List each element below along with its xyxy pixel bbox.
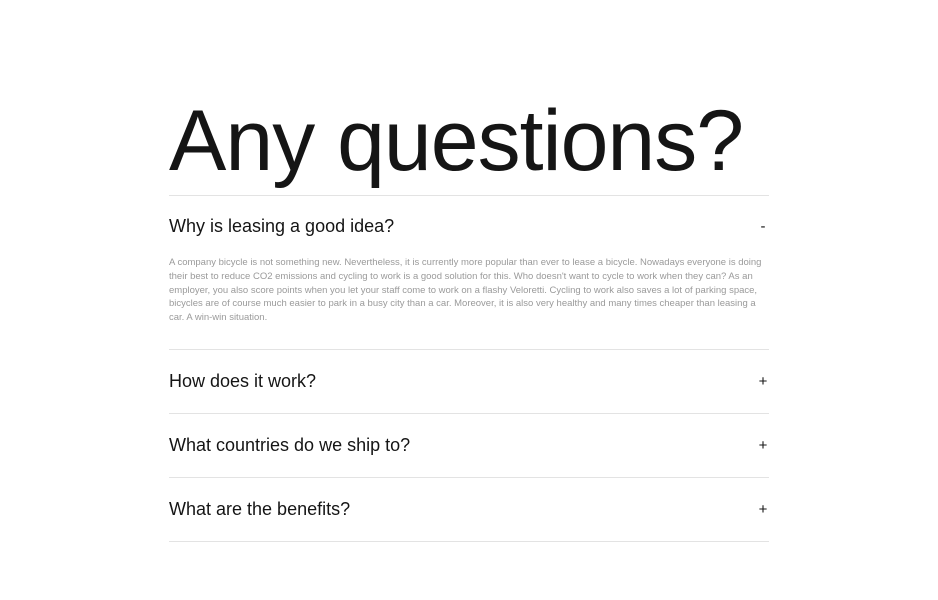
faq-question-shipping-countries[interactable]: What countries do we ship to? +	[169, 414, 769, 477]
faq-question-benefits[interactable]: What are the benefits? +	[169, 478, 769, 541]
faq-section: Any questions? Why is leasing a good ide…	[169, 88, 769, 542]
faq-item-leasing: Why is leasing a good idea? - A company …	[169, 195, 769, 349]
expand-icon[interactable]: +	[757, 438, 769, 453]
faq-item-how-it-works: How does it work? +	[169, 348, 769, 413]
expand-icon[interactable]: +	[757, 502, 769, 517]
faq-question-text: What are the benefits?	[169, 499, 351, 520]
faq-question-text: What countries do we ship to?	[169, 435, 411, 456]
faq-question-leasing[interactable]: Why is leasing a good idea? -	[169, 196, 769, 256]
faq-question-text: How does it work?	[169, 371, 317, 392]
expand-icon[interactable]: +	[757, 374, 769, 389]
faq-item-benefits: What are the benefits? +	[169, 476, 769, 542]
faq-item-shipping-countries: What countries do we ship to? +	[169, 412, 769, 477]
faq-question-text: Why is leasing a good idea?	[169, 216, 395, 236]
collapse-icon[interactable]: -	[757, 219, 769, 234]
faq-answer-leasing: A company bicycle is not something new. …	[169, 257, 762, 324]
faq-question-how-it-works[interactable]: How does it work? +	[169, 350, 769, 413]
faq-title: Any questions?	[169, 93, 744, 189]
page: Any questions? Why is leasing a good ide…	[0, 0, 938, 600]
